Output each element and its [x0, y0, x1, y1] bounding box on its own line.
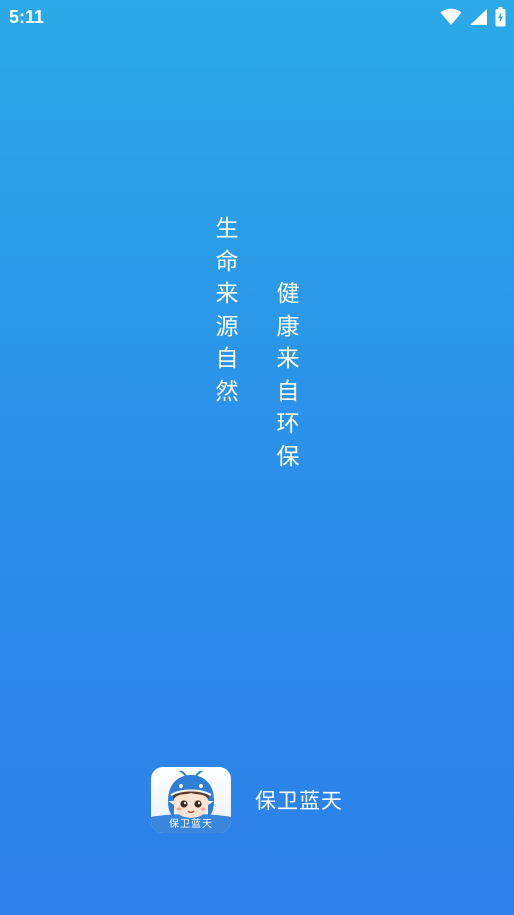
- brand-footer: 保卫蓝天 保卫蓝天: [151, 767, 343, 833]
- status-time: 5:11: [9, 7, 45, 27]
- slogan-char: 健: [276, 281, 300, 307]
- slogan-char: 环: [276, 411, 300, 437]
- status-icons: [440, 6, 506, 28]
- slogan-char: 源: [215, 313, 239, 340]
- cellular-signal-icon: [469, 8, 488, 26]
- slogan-char: 保: [276, 443, 300, 470]
- slogan-char: 自: [215, 346, 239, 372]
- slogan-char: 来: [215, 281, 239, 307]
- app-logo-icon: 保卫蓝天: [151, 767, 231, 833]
- slogan-char: 命: [215, 248, 239, 275]
- status-bar: 5:11: [0, 0, 514, 34]
- slogan-char: 康: [276, 313, 300, 340]
- wifi-icon: [440, 8, 462, 26]
- slogan-char: 然: [215, 378, 239, 405]
- slogan-right-column: 健 康 来 自 环 保: [273, 278, 303, 473]
- battery-charging-icon: [495, 7, 506, 27]
- slogan-char: 自: [276, 378, 300, 405]
- slogan-left-column: 生 命 来 源 自 然: [212, 213, 242, 408]
- slogan-char: 生: [215, 216, 239, 242]
- slogan-char: 来: [276, 346, 300, 372]
- app-icon-caption: 保卫蓝天: [169, 819, 213, 830]
- app-name: 保卫蓝天: [255, 789, 343, 813]
